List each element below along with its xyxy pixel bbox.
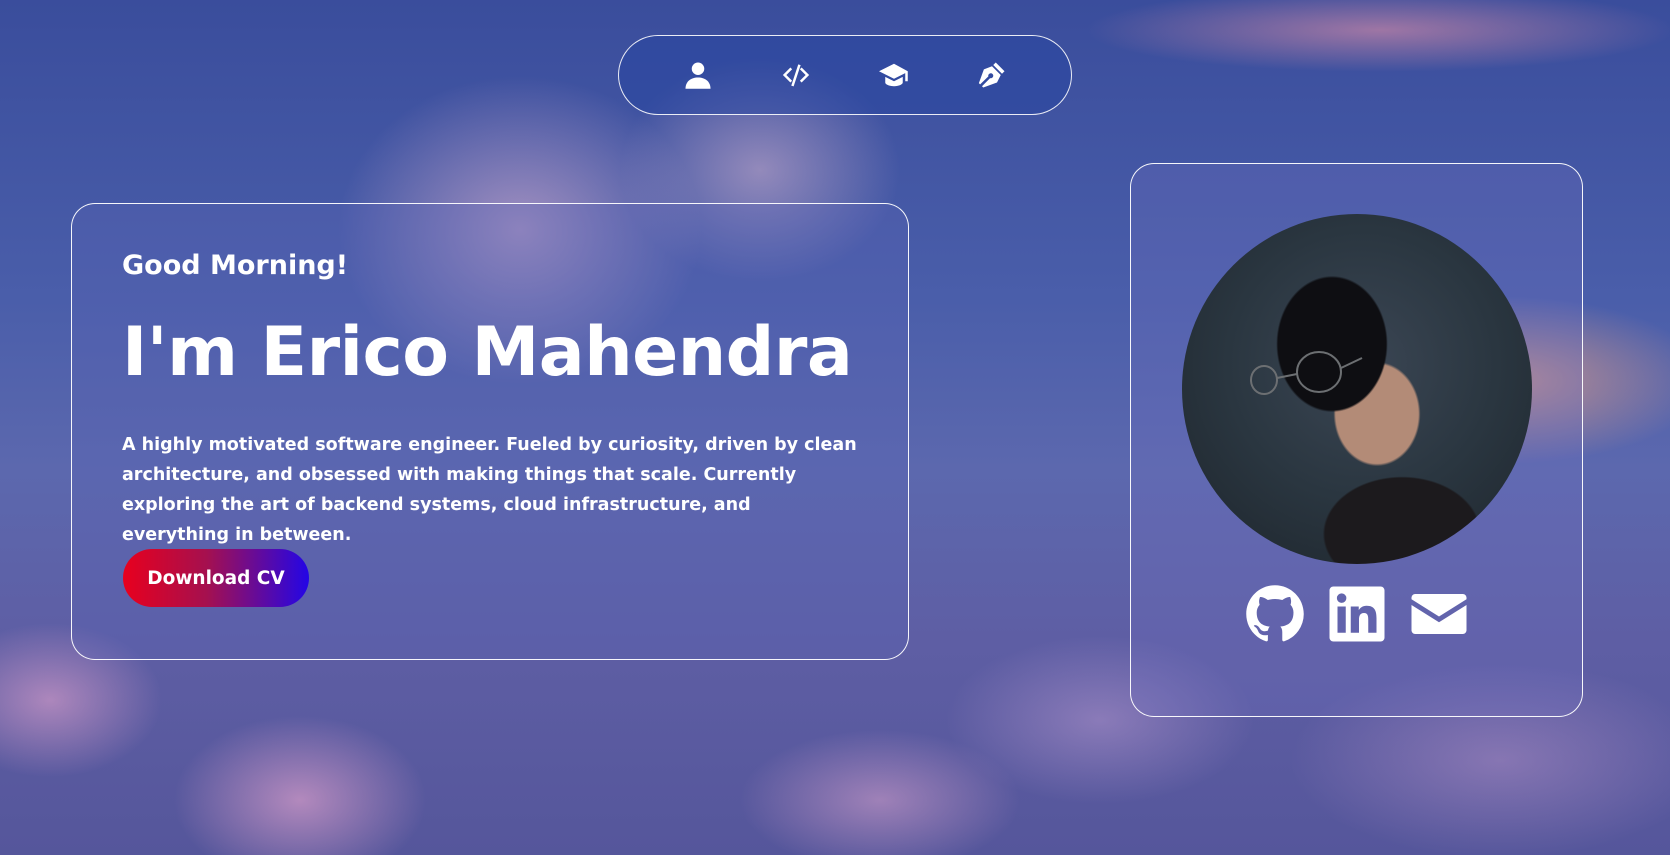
top-nav [618,35,1072,115]
nav-education[interactable] [872,53,916,97]
bio-text: A highly motivated software engineer. Fu… [122,435,857,545]
nav-projects[interactable] [774,53,818,97]
linkedin-icon [1329,586,1384,642]
hero-card: Good Morning! I'm Erico Mahendra A highl… [71,203,909,660]
profile-card [1130,163,1583,717]
linkedin-link[interactable] [1327,584,1387,644]
hero-name: I'm Erico Mahendra [122,313,853,392]
user-icon [685,62,711,89]
greeting-text: Good Morning! [122,250,349,281]
profile-photo [1182,214,1532,564]
social-links [1131,584,1582,644]
nav-about[interactable] [676,53,720,97]
nav-blog[interactable] [970,53,1014,97]
graduation-cap-icon [879,63,908,87]
download-cv-button[interactable]: Download CV [123,549,309,607]
email-link[interactable] [1409,584,1469,644]
github-link[interactable] [1245,584,1305,644]
email-icon [1411,594,1466,634]
pen-nib-icon [978,62,1005,88]
github-icon [1245,585,1304,642]
code-icon [782,64,810,87]
glasses-decoration [1250,351,1363,395]
